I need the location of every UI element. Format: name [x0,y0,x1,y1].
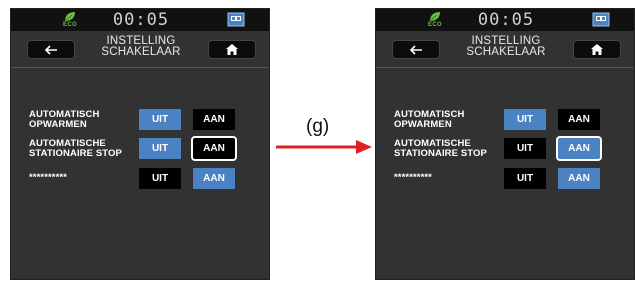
label-line-1: ********** [29,172,67,183]
eco-indicator: ECO [426,11,444,29]
auto-warmup-off-button[interactable]: UIT [504,109,546,130]
back-button[interactable] [27,40,75,59]
header-divider [11,67,269,68]
auto-idle-stop-on-button[interactable]: AAN [191,136,237,161]
label-line-2: OPWARMEN [29,119,87,130]
home-button[interactable] [208,40,256,59]
label-line-2: STATIONAIRE STOP [394,148,487,159]
arrow-right-icon [276,140,372,154]
transition-label: (g) [306,116,330,137]
masked-setting-off-button[interactable]: UIT [139,168,181,189]
masked-setting-off-button[interactable]: UIT [504,168,546,189]
header-divider [376,67,634,68]
auto-warmup-off-button[interactable]: UIT [139,109,181,130]
setting-label-auto-idle-stop: AUTOMATISCHE STATIONAIRE STOP [394,139,487,159]
setting-label-masked: ********** [394,173,432,183]
setting-label-auto-idle-stop: AUTOMATISCHE STATIONAIRE STOP [29,139,122,159]
label-line-1: ********** [394,172,432,183]
screen-after: ECO 00:05 INSTELLING SCHAKELAAR AUTOMATI… [375,8,635,280]
title-line-2: SCHAKELAAR [101,46,181,58]
eco-label: ECO [63,22,77,28]
back-button[interactable] [392,40,440,59]
auto-idle-stop-off-button[interactable]: UIT [139,138,181,159]
auto-idle-stop-off-button[interactable]: UIT [504,138,546,159]
page-title: INSTELLING SCHAKELAAR [444,35,568,58]
status-bar: ECO 00:05 [376,9,634,31]
home-icon [226,44,238,55]
setting-label-auto-warmup: AUTOMATISCH OPWARMEN [394,110,464,130]
masked-setting-on-button[interactable]: AAN [558,168,600,189]
leaf-icon [64,12,75,22]
clock-display: 00:05 [112,10,170,30]
battery-icon [227,12,245,27]
home-icon [591,44,603,55]
label-line-2: OPWARMEN [394,119,452,130]
eco-label: ECO [428,22,442,28]
setting-label-auto-warmup: AUTOMATISCH OPWARMEN [29,110,99,130]
leaf-icon [429,12,440,22]
battery-icon [592,12,610,27]
screen-before: ECO 00:05 INSTELLING SCHAKELAAR AUTOMATI… [10,8,270,280]
title-line-2: SCHAKELAAR [466,46,546,58]
arrow-left-icon [44,44,57,55]
status-bar: ECO 00:05 [11,9,269,31]
page-title: INSTELLING SCHAKELAAR [79,35,203,58]
label-line-2: STATIONAIRE STOP [29,148,122,159]
auto-warmup-on-button[interactable]: AAN [558,109,600,130]
home-button[interactable] [573,40,621,59]
auto-warmup-on-button[interactable]: AAN [193,109,235,130]
masked-setting-on-button[interactable]: AAN [193,168,235,189]
eco-indicator: ECO [61,11,79,29]
setting-label-masked: ********** [29,173,67,183]
auto-idle-stop-on-button[interactable]: AAN [556,136,602,161]
clock-display: 00:05 [477,10,535,30]
arrow-left-icon [409,44,422,55]
